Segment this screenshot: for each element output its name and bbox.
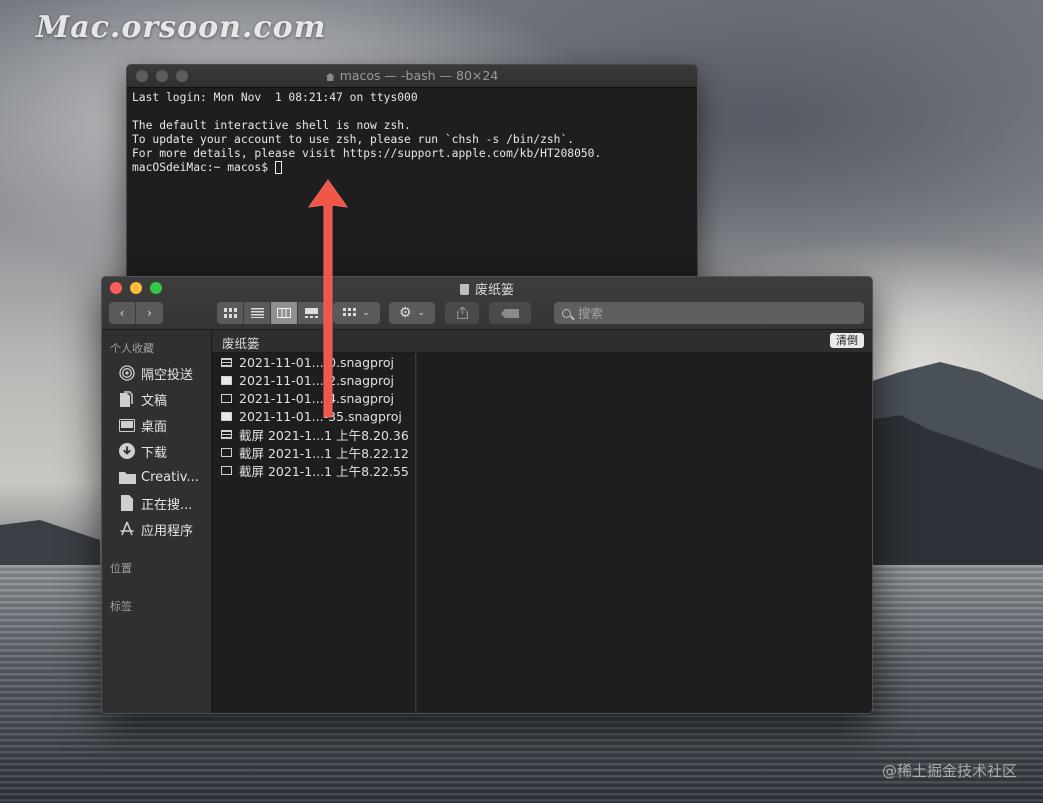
arrow-icon: [307, 179, 349, 418]
file-icon: [221, 357, 232, 367]
terminal-line: Last login: Mon Nov 1 08:21:47 on ttys00…: [132, 91, 418, 104]
chevron-down-icon: ⌄: [417, 307, 426, 318]
image-file-icon: [221, 465, 232, 475]
terminal-prompt: macOSdeiMac:~ macos$: [132, 161, 275, 174]
file-icon: [221, 411, 232, 421]
file-item[interactable]: 截屏 2021-1...1 上午8.22.12: [212, 443, 415, 461]
chevron-down-icon: ⌄: [362, 307, 370, 318]
icon-view-button[interactable]: [217, 302, 244, 324]
terminal-window[interactable]: macos — -bash — 80×24 Last login: Mon No…: [126, 64, 698, 296]
share-button[interactable]: [445, 302, 479, 324]
image-file-icon: [221, 429, 232, 439]
file-item[interactable]: 截屏 2021-1...1 上午8.22.55: [212, 461, 415, 479]
home-icon: [325, 73, 335, 81]
desktop-icon: [118, 417, 136, 433]
list-icon: [250, 308, 264, 318]
terminal-prompt-line[interactable]: macOSdeiMac:~ macos$: [132, 161, 692, 175]
finder-window[interactable]: 废纸篓 ‹ › ⌄ ⚙ ⌄ 搜索 个人收藏 隔空投送 文稿 桌面 下载 Crea…: [101, 276, 873, 714]
sidebar-item-downloads[interactable]: 下载: [102, 438, 211, 464]
sidebar-item-applications[interactable]: 应用程序: [102, 516, 211, 542]
downloads-icon: [118, 443, 136, 459]
columns-icon: [277, 308, 291, 318]
image-file-icon: [221, 447, 232, 457]
nav-buttons: ‹ ›: [109, 302, 163, 324]
chevron-right-icon: ›: [147, 306, 152, 320]
terminal-title: macos — -bash — 80×24: [339, 68, 499, 83]
back-button[interactable]: ‹: [109, 302, 136, 324]
grid-icon: [223, 308, 237, 318]
sidebar-item-desktop[interactable]: 桌面: [102, 412, 211, 438]
finder-sidebar: 个人收藏 隔空投送 文稿 桌面 下载 Creativ... 正在搜... 应用程…: [102, 330, 212, 713]
sidebar-header-tags: 标签: [110, 600, 132, 613]
terminal-line: For more details, please visit https://s…: [132, 147, 602, 160]
applications-icon: [118, 521, 136, 537]
terminal-cursor: [274, 161, 282, 174]
terminal-titlebar[interactable]: macos — -bash — 80×24: [127, 65, 697, 88]
trash-icon: [459, 284, 469, 295]
share-icon: [456, 307, 468, 319]
file-icon: [221, 375, 232, 385]
chevron-left-icon: ‹: [119, 306, 125, 320]
finder-toolbar[interactable]: 废纸篓 ‹ › ⌄ ⚙ ⌄ 搜索: [102, 277, 872, 330]
search-field[interactable]: [554, 302, 864, 324]
terminal-output[interactable]: Last login: Mon Nov 1 08:21:47 on ttys00…: [127, 88, 697, 178]
action-menu-button[interactable]: ⚙ ⌄: [389, 302, 435, 324]
list-view-button[interactable]: [244, 302, 271, 324]
sidebar-item-creativ[interactable]: Creativ...: [102, 464, 211, 490]
annotation-arrow: [307, 179, 349, 418]
sidebar-header-favorites: 个人收藏: [110, 342, 154, 355]
finder-title: 废纸篓: [474, 283, 514, 298]
preview-column: [416, 353, 872, 713]
gear-icon: ⚙: [398, 305, 412, 321]
tags-button[interactable]: [489, 302, 531, 324]
watermark-logo: Mac.orsoon.com: [36, 10, 327, 45]
path-label: 废纸篓: [222, 336, 260, 351]
documents-icon: [118, 391, 136, 407]
folder-icon: [118, 469, 136, 485]
credit-watermark: @稀土掘金技术社区: [881, 762, 1017, 780]
tag-icon: [501, 308, 519, 318]
airdrop-icon: [118, 365, 136, 381]
column-view-button[interactable]: [271, 302, 298, 324]
sidebar-item-documents[interactable]: 文稿: [102, 386, 211, 412]
terminal-line: The default interactive shell is now zsh…: [132, 119, 411, 132]
terminal-line: To update your account to use zsh, pleas…: [132, 133, 575, 146]
terminal-line: ​: [132, 105, 692, 119]
sidebar-header-locations: 位置: [110, 562, 132, 575]
forward-button[interactable]: ›: [136, 302, 163, 324]
empty-trash-button[interactable]: 清倒: [830, 333, 864, 348]
sidebar-item-airdrop[interactable]: 隔空投送: [102, 360, 211, 386]
search-icon: [562, 308, 571, 318]
file-icon: [221, 393, 232, 403]
sidebar-item-searching[interactable]: 正在搜...: [102, 490, 211, 516]
document-icon: [118, 495, 136, 511]
file-item[interactable]: 截屏 2021-1...1 上午8.20.36: [212, 425, 415, 443]
search-input[interactable]: [576, 304, 840, 322]
